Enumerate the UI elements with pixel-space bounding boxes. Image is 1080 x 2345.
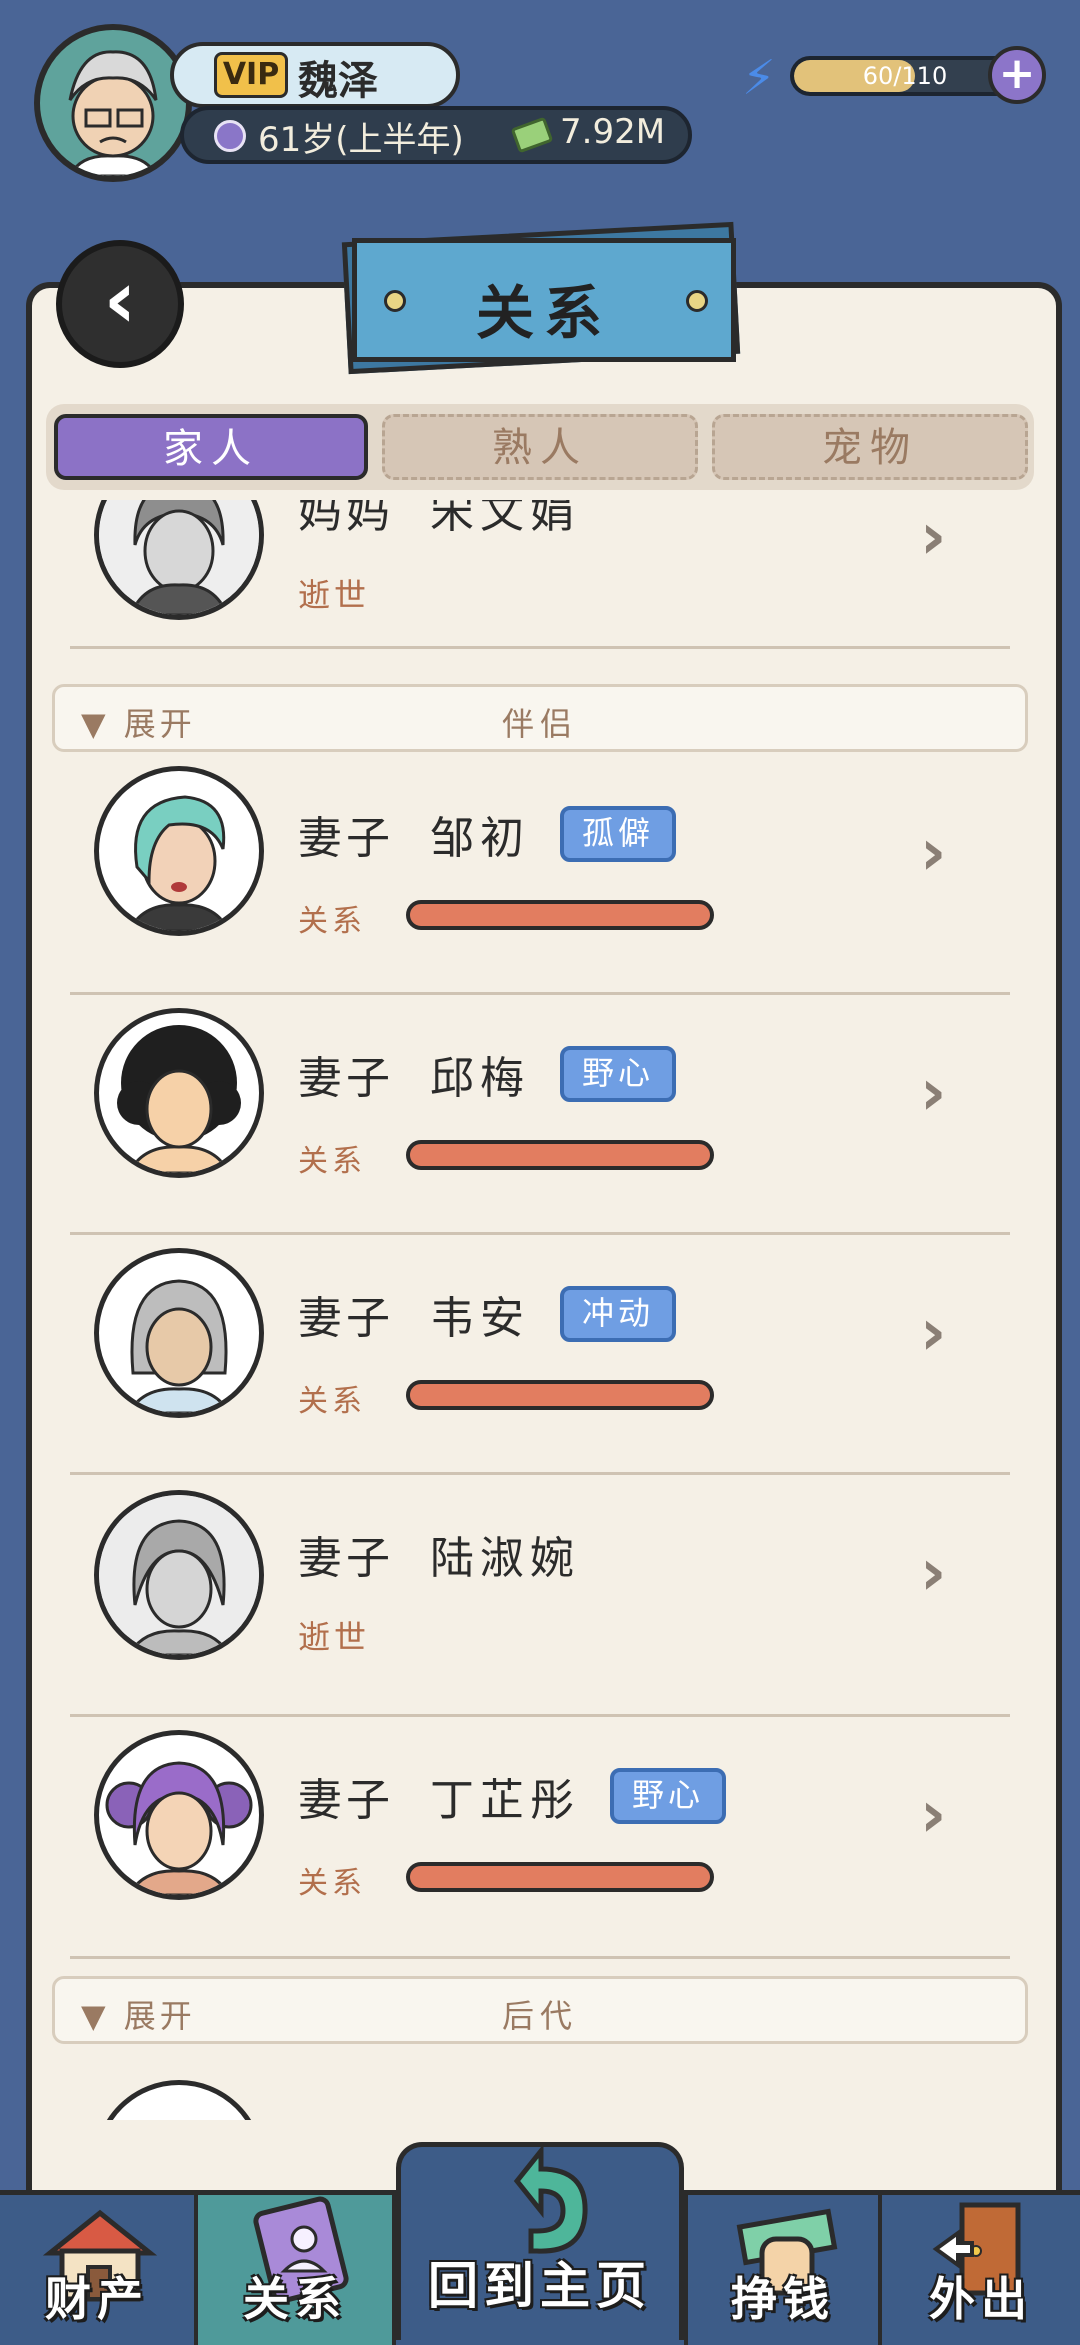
wife-portrait: [94, 1248, 264, 1418]
nav-home[interactable]: 回到主页: [396, 2142, 684, 2340]
relation-bar: [406, 1862, 714, 1892]
row-role: 妻子: [298, 813, 394, 864]
deceased-status: 逝世: [298, 576, 371, 614]
divider: [70, 1232, 1010, 1235]
trait-badge: 冲动: [560, 1286, 677, 1342]
list-item-peek[interactable]: [40, 2080, 1040, 2120]
divider: [70, 1714, 1010, 1717]
nav-relations[interactable]: 关系: [198, 2195, 396, 2345]
page-title: 关系: [475, 279, 612, 347]
chevron-right-icon: ›: [920, 1536, 947, 1610]
list-item-wife-2[interactable]: 妻子 邱梅 野心 关系 ›: [40, 1006, 1040, 1246]
player-money: 7.92M: [560, 112, 666, 152]
back-button[interactable]: ‹: [56, 240, 184, 368]
tab-pets[interactable]: 宠物: [712, 414, 1028, 480]
relation-label: 关系: [298, 1384, 366, 1419]
list-item-wife-4[interactable]: 妻子 陆淑婉 逝世 ›: [40, 1486, 1040, 1726]
row-name: 陆淑婉: [430, 1533, 580, 1584]
tabs-row: 家人 熟人 宠物: [46, 404, 1034, 490]
trait-badge: 野心: [610, 1768, 727, 1824]
row-role: 妻子: [298, 1775, 394, 1826]
energy-bolt-icon: ⚡: [742, 50, 776, 106]
section-title: 伴侣: [501, 705, 578, 743]
nav-label: 财产: [45, 2272, 149, 2326]
row-name: 宋文娟: [430, 500, 580, 538]
wife-portrait: [94, 1490, 264, 1660]
row-role: 妻子: [298, 1533, 394, 1584]
row-role: 妻子: [298, 1293, 394, 1344]
deceased-status: 逝世: [298, 1618, 371, 1656]
wife-portrait: [94, 1730, 264, 1900]
row-role: 妈妈: [298, 500, 394, 538]
list-item-mother[interactable]: 妈妈 宋文娟 逝世 ›: [40, 500, 1040, 650]
mother-portrait: [94, 500, 264, 620]
chevron-right-icon: ›: [920, 1778, 947, 1852]
list-item-wife-3[interactable]: 妻子 韦安 冲动 关系 ›: [40, 1246, 1040, 1486]
player-avatar[interactable]: [34, 24, 192, 182]
wife-portrait: [94, 1008, 264, 1178]
nav-label: 关系: [243, 2272, 347, 2326]
divider: [70, 992, 1010, 995]
section-title: 后代: [501, 1997, 578, 2035]
divider: [70, 1472, 1010, 1475]
section-offspring[interactable]: ▼ 展开 后代: [52, 1976, 1028, 2044]
nav-earn[interactable]: 挣钱: [684, 2195, 882, 2345]
nav-outing[interactable]: 外出: [882, 2195, 1080, 2345]
row-name: 邹初: [430, 813, 530, 864]
row-name: 丁芷彤: [430, 1775, 580, 1826]
add-energy-button[interactable]: +: [988, 46, 1046, 104]
relation-label: 关系: [298, 1144, 366, 1179]
nav-label: 回到主页: [428, 2257, 652, 2315]
row-name: 邱梅: [430, 1053, 530, 1104]
player-name: 魏泽: [298, 58, 378, 104]
chevron-right-icon: ›: [920, 1056, 947, 1130]
energy-text: 60/110: [862, 62, 948, 90]
trait-badge: 孤僻: [560, 806, 677, 862]
nav-assets[interactable]: 财产: [0, 2195, 198, 2345]
relations-list[interactable]: 妈妈 宋文娟 逝世 › ▼ 展开 伴侣 妻子 邹初 孤僻 关系 › 妻子 邱梅 …: [40, 500, 1040, 2120]
relation-bar: [406, 1140, 714, 1170]
tab-acquaintances[interactable]: 熟人: [382, 414, 698, 480]
list-item-wife-5[interactable]: 妻子 丁芷彤 野心 关系 ›: [40, 1728, 1040, 1968]
chevron-right-icon: ›: [920, 500, 947, 574]
tab-family[interactable]: 家人: [54, 414, 368, 480]
row-role: 妻子: [298, 1053, 394, 1104]
row-name: 韦安: [430, 1293, 530, 1344]
wife-portrait: [94, 766, 264, 936]
player-age: 61岁(上半年): [258, 120, 464, 160]
vip-badge: VIP: [214, 52, 288, 98]
child-portrait: [94, 2080, 264, 2120]
relation-bar: [406, 900, 714, 930]
chevron-right-icon: ›: [920, 816, 947, 890]
list-item-wife-1[interactable]: 妻子 邹初 孤僻 关系 ›: [40, 766, 1040, 1006]
chevron-right-icon: ›: [920, 1296, 947, 1370]
nav-label: 外出: [929, 2272, 1033, 2326]
trait-badge: 野心: [560, 1046, 677, 1102]
relation-label: 关系: [298, 1866, 366, 1901]
divider: [70, 646, 1010, 649]
divider: [70, 1956, 1010, 1959]
relation-bar: [406, 1380, 714, 1410]
section-partner[interactable]: ▼ 展开 伴侣: [52, 684, 1028, 752]
clock-icon: [214, 120, 246, 152]
relation-label: 关系: [298, 904, 366, 939]
nav-label: 挣钱: [731, 2272, 835, 2326]
energy-bar: 60/110: [790, 56, 1020, 96]
